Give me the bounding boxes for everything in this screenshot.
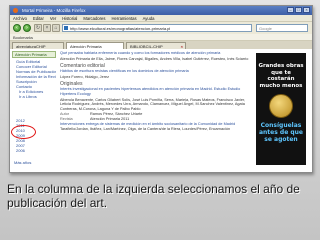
article-link[interactable]: Qué pensaba hablaria enfermería cuando y… (60, 51, 250, 56)
article-list: Qué pensaba hablaria enfermería cuando y… (60, 51, 250, 133)
article-authors: Tarafiello/Jordan, Ibáñez, Lan/Martínez,… (60, 127, 231, 132)
home-icon[interactable]: ⌂ (52, 24, 60, 32)
browser-screenshot: Mortal Primeira - Mozilla Firefox – □ × … (9, 5, 313, 173)
comment-authors: López Forero, Hidalgo, Jerez (60, 74, 109, 79)
article-link[interactable]: Intervenciones entrega de sistemas de me… (60, 122, 250, 127)
bookmarks-bar: Bookmarks (10, 34, 312, 41)
maximize-icon[interactable]: □ (295, 7, 302, 13)
menu-marcadores[interactable]: Marcadores (83, 15, 105, 21)
web-page: Atención Primaria Guía Editorial Conocer… (10, 49, 312, 172)
search-input[interactable]: Google (256, 24, 308, 32)
stop-icon[interactable]: × (43, 24, 51, 32)
address-bar[interactable]: http://www.elcultural.es/monografias/ate… (62, 24, 252, 32)
firefox-icon (13, 8, 18, 13)
menu-herramientas[interactable]: Herramientas (111, 15, 136, 21)
bookmarks-label[interactable]: Bookmarks (13, 35, 33, 40)
left-nav-subitem[interactable]: Ir a Libros (16, 94, 56, 99)
window-title: Mortal Primeira - Mozilla Firefox (22, 8, 86, 13)
menu-bar: Archivo Editar Ver Historial Marcadores … (10, 15, 312, 22)
tab-atencion-primaria[interactable]: Atención Primaria (66, 42, 124, 49)
menu-ayuda[interactable]: Ayuda (143, 15, 155, 21)
highlight-circle (11, 125, 36, 139)
left-nav: Guía Editorial Conocer Editorial Normas … (12, 59, 56, 99)
advertisement[interactable]: Grandes obras que te costarán mucho meno… (256, 53, 306, 165)
meta-key: Revista (60, 116, 73, 121)
tab-bibliobcil[interactable]: BIBLIOBCIL-CHIP × (126, 42, 186, 49)
reload-icon[interactable]: ↻ (34, 24, 42, 32)
year-link-2006[interactable]: 2006 (16, 148, 25, 153)
coin-icon (269, 94, 293, 118)
menu-ver[interactable]: Ver (50, 15, 56, 21)
comment-link[interactable]: Hábitos de escritura revistas científica… (60, 69, 250, 74)
slide-caption: En la columna de la izquierda selecciona… (7, 182, 300, 210)
menu-editar[interactable]: Editar (33, 15, 44, 21)
tab-abreviatura[interactable]: abreviaturaCHIP (12, 42, 64, 49)
back-icon[interactable]: ‹ (13, 24, 21, 32)
site-favicon-icon (64, 26, 68, 30)
menu-archivo[interactable]: Archivo (13, 15, 27, 21)
original-link[interactable]: Interés investigacional en pacientes hip… (60, 87, 250, 96)
window-titlebar: Mortal Primeira - Mozilla Firefox – □ × (10, 6, 312, 15)
meta-value: Atención Primaria 2011 (90, 116, 130, 121)
article-authors: Atención Primaria de Ella, Jaime, Flores… (60, 56, 249, 61)
ad-cta: Consíguelas antes de que se agoten (258, 122, 303, 143)
address-text: http://www.elcultural.es/monografias/ate… (70, 26, 171, 31)
original-authors: Alberola Benavente, Carlos Gilabert Solí… (60, 97, 246, 111)
window-controls: – □ × (287, 7, 310, 13)
menu-historial[interactable]: Historial (62, 15, 77, 21)
left-column-header: Atención Primaria (12, 51, 56, 58)
ad-headline: Grandes obras que te costarán mucho meno… (258, 63, 304, 89)
forward-icon[interactable]: › (23, 24, 31, 32)
more-years-link[interactable]: Más años (14, 160, 31, 165)
close-icon[interactable]: × (303, 7, 310, 13)
minimize-icon[interactable]: – (287, 7, 294, 13)
